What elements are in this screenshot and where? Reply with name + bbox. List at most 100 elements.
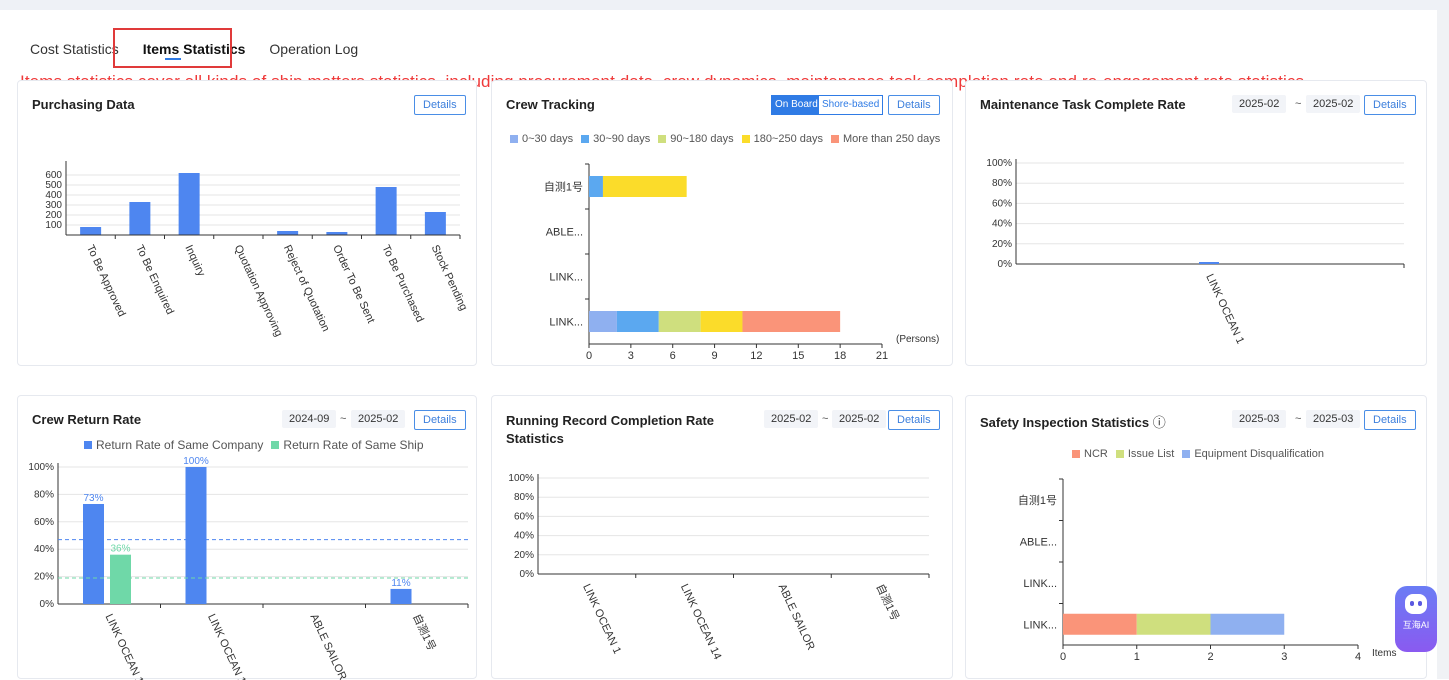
data-label: 36% <box>110 544 130 555</box>
x-tick-label: 自测1号 <box>873 582 901 623</box>
y-tick-label: 0% <box>40 599 55 610</box>
y-tick-label: 100% <box>508 473 534 484</box>
bar-segment <box>589 176 603 197</box>
y-tick-label: 40% <box>34 544 54 555</box>
bar-segment <box>742 311 841 332</box>
x-tick-label: 0 <box>1060 651 1066 663</box>
y-tick-label: LINK... <box>549 272 583 284</box>
x-tick-label: 21 <box>876 350 888 362</box>
bar-segment <box>602 176 687 197</box>
x-axis-label: Items <box>1372 648 1396 659</box>
bar <box>185 467 207 604</box>
bar-segment <box>616 311 659 332</box>
bar <box>129 202 151 235</box>
x-tick-label: 12 <box>750 350 762 362</box>
x-tick-label: Inquiry <box>182 243 207 278</box>
x-tick-label: Stock Pending <box>429 243 470 312</box>
data-label: 11% <box>391 578 410 589</box>
tab-highlight-box <box>113 28 232 68</box>
x-tick-label: 1 <box>1134 651 1140 663</box>
x-tick-label: To Be Approved <box>84 243 128 318</box>
y-tick-label: 0% <box>520 569 535 580</box>
x-tick-label: 15 <box>792 350 804 362</box>
y-tick-label: 40% <box>514 531 534 542</box>
y-tick-label: 60% <box>992 198 1012 209</box>
bar <box>83 503 104 604</box>
bar <box>1199 262 1219 264</box>
purchasing-chart: 100200300400500600 To Be Approved To Be En… <box>45 161 470 339</box>
top-strip <box>0 0 1449 10</box>
ai-assistant-label: 互海AI <box>1402 620 1430 630</box>
active-tab-indicator <box>165 58 181 60</box>
x-tick-label: Reject of Quotation <box>281 243 332 333</box>
y-tick-label: ABLE... <box>1020 536 1057 548</box>
x-tick-label: 9 <box>712 350 718 362</box>
x-tick-label: 自测1号 <box>410 612 438 653</box>
y-tick-label: 80% <box>34 489 54 500</box>
x-tick-label: LINK OCEAN 1 <box>205 612 248 680</box>
y-tick-label: 600 <box>45 170 62 181</box>
y-tick-label: 60% <box>514 511 534 522</box>
x-tick-label: 3 <box>1281 651 1287 663</box>
crew-return-chart: 0% 20% 40% 60% 80% 100% 73% 36% LINK OCEAN 1 100%… <box>28 456 469 680</box>
y-tick-label: LINK... <box>549 317 583 329</box>
card-safety-inspection: Safety Inspection Statistics ⓘ 2025-03 ~… <box>965 395 1427 679</box>
y-tick-label: 20% <box>992 239 1012 250</box>
y-tick-label: ABLE... <box>546 227 583 239</box>
card-running-record: Running Record Completion Rate Statistic… <box>491 395 953 679</box>
y-tick-label: 0% <box>998 259 1013 270</box>
y-tick-label: 400 <box>45 190 62 201</box>
x-tick-label: 3 <box>628 350 634 362</box>
y-tick-label: 自测1号 <box>1018 494 1057 507</box>
y-tick-label: 80% <box>514 492 534 503</box>
y-tick-label: 20% <box>34 572 54 583</box>
x-tick-label: Order To Be Sent <box>330 243 377 325</box>
x-tick-label: LINK OCEAN 1 <box>1203 272 1246 346</box>
tab-operation-log[interactable]: Operation Log <box>269 41 358 57</box>
x-tick-label: 2 <box>1207 651 1213 663</box>
bar <box>178 173 200 235</box>
x-tick-label: To Be Enquired <box>133 243 176 316</box>
scrollbar-track[interactable] <box>1437 10 1449 679</box>
safety-chart: 0 1 2 3 4 自测1号 ABLE... LINK... LINK... Items <box>1018 478 1396 663</box>
card-crew-tracking: Crew Tracking On Board Shore-based Detai… <box>491 80 953 366</box>
x-tick-label: 6 <box>670 350 676 362</box>
bar <box>80 227 102 235</box>
y-tick-label: 100 <box>45 220 62 231</box>
card-maintenance: Maintenance Task Complete Rate 2025-02 ~… <box>965 80 1427 366</box>
x-tick-label: 18 <box>834 350 846 362</box>
bar <box>390 588 412 604</box>
data-label: 100% <box>183 456 209 467</box>
robot-icon <box>1405 594 1427 614</box>
x-tick-label: Quotation Approving <box>232 243 285 338</box>
ai-assistant-button[interactable]: 互海AI <box>1395 586 1437 652</box>
bar-segment <box>1063 613 1137 635</box>
y-tick-label: 100% <box>28 462 54 473</box>
bar <box>277 231 299 235</box>
bar-segment <box>658 311 701 332</box>
y-tick-label: 500 <box>45 180 62 191</box>
running-record-chart: 0% 20% 40% 60% 80% 100% LINK OCEAN 1 LINK OCEAN… <box>508 473 930 662</box>
bar <box>110 554 131 604</box>
y-tick-label: 200 <box>45 210 62 221</box>
y-tick-label: 300 <box>45 200 62 211</box>
x-axis-label: (Persons) <box>896 334 939 345</box>
y-tick-label: 80% <box>992 178 1012 189</box>
y-tick-label: 100% <box>986 158 1012 169</box>
bar <box>375 187 397 235</box>
bar-segment <box>700 311 743 332</box>
maintenance-chart: 0% 20% 40% 60% 80% 100% LINK OCEAN 1 <box>986 158 1405 346</box>
tab-cost-statistics[interactable]: Cost Statistics <box>30 41 119 57</box>
x-tick-label: ABLE SAILOR <box>308 612 349 680</box>
card-purchasing-data: Purchasing Data Details 100 200 300 400 500 6… <box>17 80 477 366</box>
y-tick-label: 自测1号 <box>544 181 583 194</box>
y-tick-label: 40% <box>992 219 1012 230</box>
y-tick-label: 20% <box>514 550 534 561</box>
x-tick-label: LINK OCEAN 14 <box>678 582 723 661</box>
bar <box>424 212 446 235</box>
crew-tracking-chart: 0 3 6 9 12 15 18 21 自测1号 ABLE... LINK... LINK... (Pe… <box>544 163 939 362</box>
x-tick-label: ABLE SAILOR <box>776 582 817 652</box>
data-label: 73% <box>83 493 103 504</box>
x-tick-label: LINK OCEAN 1 <box>103 612 146 680</box>
bar-segment <box>1136 613 1211 635</box>
